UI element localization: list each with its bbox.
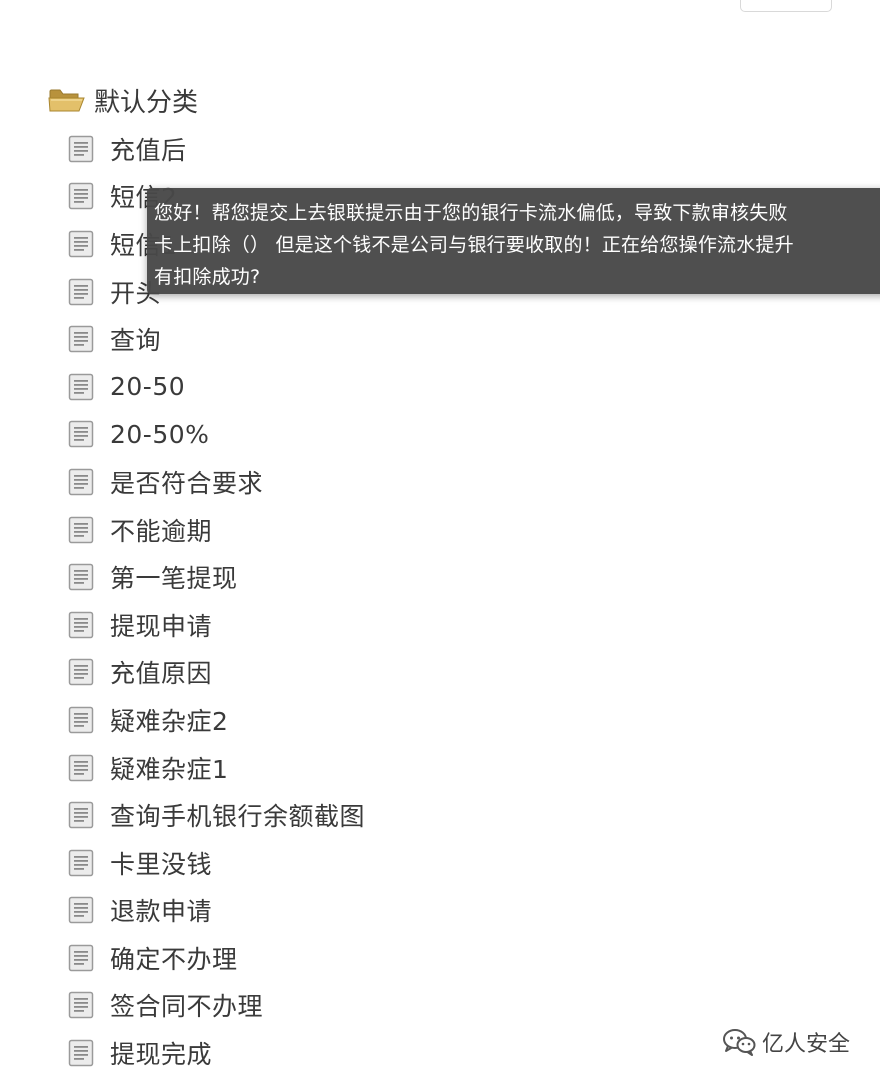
document-icon xyxy=(68,373,94,401)
list-item-label: 退款申请 xyxy=(110,897,213,927)
document-icon xyxy=(68,658,94,686)
list-item-label: 充值原因 xyxy=(110,659,213,689)
folder-label: 默认分类 xyxy=(94,87,199,118)
document-icon xyxy=(68,135,94,163)
list-item[interactable]: 疑难杂症2 xyxy=(68,696,365,744)
list-item-label: 签合同不办理 xyxy=(110,992,264,1022)
document-icon xyxy=(68,611,94,639)
list-item-label: 20-50% xyxy=(110,419,210,449)
document-icon xyxy=(68,278,94,306)
document-icon xyxy=(68,182,94,210)
list-item[interactable]: 第一笔提现 xyxy=(68,553,365,601)
document-icon xyxy=(68,991,94,1019)
document-icon xyxy=(68,944,94,972)
folder-open-icon xyxy=(48,86,86,114)
list-item-label: 第一笔提现 xyxy=(110,564,238,594)
list-item[interactable]: 确定不办理 xyxy=(68,934,365,982)
document-icon xyxy=(68,1039,94,1067)
watermark: 亿人安全 xyxy=(722,1026,850,1058)
list-item[interactable]: 是否符合要求 xyxy=(68,458,365,506)
list-item[interactable]: 退款申请 xyxy=(68,887,365,935)
wechat-icon xyxy=(722,1028,756,1056)
list-item-label: 提现完成 xyxy=(110,1040,213,1070)
top-toolbar-button[interactable] xyxy=(740,0,832,12)
list-item[interactable]: 不能逾期 xyxy=(68,506,365,554)
list-item[interactable]: 查询 xyxy=(68,315,365,363)
document-icon xyxy=(68,516,94,544)
list-item-label: 不能逾期 xyxy=(110,516,213,546)
list-item[interactable]: 疑难杂症1 xyxy=(68,744,365,792)
document-icon xyxy=(68,801,94,829)
list-item[interactable]: 提现完成 xyxy=(68,1029,365,1077)
folder-default-category[interactable]: 默认分类 xyxy=(48,80,198,120)
list-item-label: 查询 xyxy=(110,326,162,356)
list-item-label: 查询手机银行余额截图 xyxy=(110,802,366,832)
list-item[interactable]: 提现申请 xyxy=(68,601,365,649)
list-item-label: 充值后 xyxy=(110,135,187,165)
document-icon xyxy=(68,754,94,782)
document-icon xyxy=(68,849,94,877)
tooltip-line: 有扣除成功? xyxy=(154,266,261,288)
document-icon xyxy=(68,896,94,924)
document-icon xyxy=(68,230,94,258)
document-icon xyxy=(68,420,94,448)
watermark-text: 亿人安全 xyxy=(762,1032,851,1057)
list-item-label: 确定不办理 xyxy=(110,944,238,974)
tooltip-line: 您好！帮您提交上去银联提示由于您的银行卡流水偏低，导致下款审核失败 xyxy=(154,202,788,224)
list-item[interactable]: 充值后 xyxy=(68,125,365,173)
list-item[interactable]: 查询手机银行余额截图 xyxy=(68,791,365,839)
list-item[interactable]: 充值原因 xyxy=(68,649,365,697)
preview-tooltip: 您好！帮您提交上去银联提示由于您的银行卡流水偏低，导致下款审核失败 卡上扣除（）… xyxy=(147,188,880,294)
document-icon xyxy=(68,325,94,353)
list-item[interactable]: 签合同不办理 xyxy=(68,982,365,1030)
tooltip-line: 卡上扣除（） 但是这个钱不是公司与银行要收取的！正在给您操作流水提升 xyxy=(154,234,794,256)
list-item[interactable]: 20-50 xyxy=(68,363,365,411)
document-icon xyxy=(68,706,94,734)
list-item[interactable]: 卡里没钱 xyxy=(68,839,365,887)
list-item-label: 疑难杂症2 xyxy=(110,706,229,736)
list-item-label: 卡里没钱 xyxy=(110,849,213,879)
list-item-label: 提现申请 xyxy=(110,611,213,641)
document-icon xyxy=(68,563,94,591)
document-icon xyxy=(68,468,94,496)
list-item[interactable]: 20-50% xyxy=(68,411,365,459)
list-item-label: 是否符合要求 xyxy=(110,468,264,498)
list-item-label: 20-50 xyxy=(110,372,186,402)
list-item-label: 疑难杂症1 xyxy=(110,754,229,784)
